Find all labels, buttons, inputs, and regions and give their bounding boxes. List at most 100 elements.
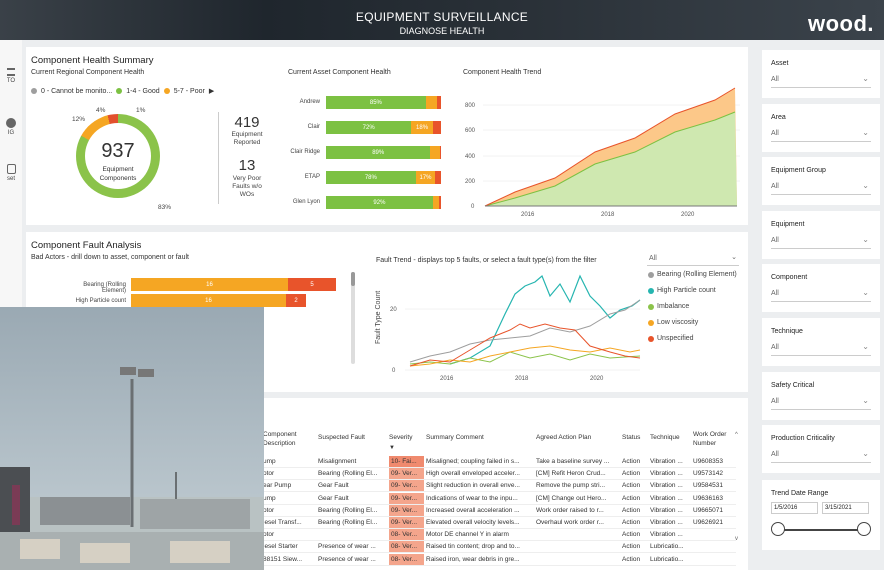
legend-item[interactable]: 1-4 - Good [126,88,159,95]
table-cell: Action [622,494,641,502]
date-slider-track[interactable] [776,529,864,531]
fault-scrollbar[interactable] [351,272,355,364]
legend-next-icon[interactable]: ▶ [209,87,214,95]
date-from-input[interactable]: 1/5/2016 [771,502,818,514]
asset-bar-poor[interactable]: 17% [415,171,436,184]
filter-dropdown[interactable]: All ⌄ [771,286,871,303]
legend-item[interactable]: 0 - Cannot be monito... [41,88,112,95]
date-to-input[interactable]: 3/15/2021 [822,502,869,514]
table-header-cell[interactable]: Technique [650,433,692,442]
nav-item-ig[interactable]: IG [0,118,22,136]
filter-production-criticality[interactable]: Production Criticality All ⌄ [762,425,880,474]
health-trend-chart[interactable]: 800 600 400 200 0 2016 2018 2020 [455,80,745,220]
filter-dropdown[interactable]: All ⌄ [771,72,871,88]
table-header-cell[interactable]: Component Description [263,430,315,448]
filter-area[interactable]: Area All ⌄ [762,103,880,152]
table-cell: 08- Ver... [389,553,424,565]
legend-item[interactable]: Bearing (Rolling Element) [648,271,737,278]
table-row[interactable]: ump Gear Fault 09- Ver... Indications of we… [258,492,736,505]
asset-bar-good[interactable]: 72% [326,121,412,134]
asset-bar-bad[interactable] [435,171,441,184]
table-row[interactable]: ear Pump Gear Fault 09- Ver... Slight reduc… [258,480,736,493]
table-row[interactable]: ump Misalignment 10- Fai... Misaligned; cou… [258,456,736,468]
asset-bar-bad[interactable] [432,121,441,134]
legend-dot [648,335,654,342]
asset-bar-poor[interactable]: 18% [411,121,433,134]
filter-technique[interactable]: Technique All ⌄ [762,318,880,366]
filter-component[interactable]: Component All ⌄ [762,264,880,313]
table-row[interactable]: iesel Starter Presence of wear ... 08- Ver… [258,541,736,554]
table-cell: Gear Fault [318,494,349,502]
table-header-cell[interactable]: Severity [389,433,424,442]
filter-label: Area [771,113,786,121]
filter-equipment-group[interactable]: Equipment Group All ⌄ [762,157,880,206]
table-cell: 08- Ver... [389,529,424,541]
asset-bar-good[interactable]: 89% [326,146,431,159]
asset-health-title: Current Asset Component Health [288,69,391,76]
table-header-cell[interactable]: Summary Comment [426,433,534,442]
filter-dropdown[interactable]: All ⌄ [771,233,871,249]
fault-trend-chart[interactable]: Fault Type Count 20 0 2016 2018 2020 [370,266,645,386]
asset-bar-good[interactable]: 85% [326,96,426,109]
legend-item[interactable]: Imbalance [648,303,689,310]
table-row[interactable]: otor Bearing (Rolling El... 09- Ver... Incr… [258,504,736,517]
asset-bar-row[interactable]: 92% [326,196,441,209]
asset-bar-good[interactable]: 92% [326,196,433,209]
table-row[interactable]: 88151 Siew... Presence of wear ... 08- Ver… [258,553,736,566]
asset-bar-row[interactable]: 78% 17% [326,171,441,184]
fault-bar-row[interactable]: 16 2 [131,294,306,307]
asset-bar-poor[interactable] [425,96,438,109]
fault-bar-segment[interactable]: 2 [286,294,306,307]
fault-bar-segment[interactable]: 5 [288,278,336,291]
table-row[interactable]: otor Bearing (Rolling El... 09- Ver... High… [258,468,736,481]
legend-dot-green [116,88,123,94]
scroll-up-icon[interactable]: ^ [735,432,741,438]
table-header-cell[interactable]: Suspected Fault [318,433,386,442]
asset-bar-row[interactable]: 89% [326,146,441,159]
filter-dropdown[interactable]: All ⌄ [771,394,871,410]
filter-asset[interactable]: Asset All ⌄ [762,50,880,98]
asset-bar-bad[interactable] [439,146,441,159]
fault-bar-row[interactable]: 16 5 [131,278,336,291]
nav-item-reset[interactable]: set [0,164,22,182]
filter-dropdown[interactable]: All ⌄ [771,179,871,196]
scroll-down-icon[interactable]: v [735,536,738,542]
x-tick: 2016 [440,376,454,382]
sort-desc-icon[interactable]: ▼ [389,445,395,451]
filter-equipment[interactable]: Equipment All ⌄ [762,210,880,259]
legend-item[interactable]: Low viscosity [648,319,698,326]
legend-item[interactable]: Unspecified [648,335,694,342]
chevron-down-icon: ⌄ [862,342,869,351]
legend-item[interactable]: 5-7 - Poor [174,88,205,95]
date-range-filter[interactable]: Trend Date Range 1/5/2016 3/15/2021 [762,480,880,550]
filter-value: All [771,76,779,83]
date-slider-handle-start[interactable] [771,522,785,536]
fault-type-filter[interactable]: All ⌄ [647,251,739,266]
table-header-cell[interactable]: Status [622,433,648,442]
asset-bar-good[interactable]: 78% [326,171,416,184]
asset-bar-poor[interactable] [430,146,440,159]
nav-item-to[interactable]: TO [0,68,22,84]
filter-dropdown[interactable]: All ⌄ [771,340,871,356]
table-row[interactable]: otor 08- Ver... Motor DE channel Y in alar… [258,529,736,542]
donut-label-1: Equipment [102,166,134,173]
filter-dropdown[interactable]: All ⌄ [771,126,871,142]
asset-bar-bad[interactable] [437,96,441,109]
donut-label-2: Components [99,175,137,182]
table-scrollbar[interactable]: ^ v [735,432,741,550]
asset-bar-row[interactable]: 85% [326,96,441,109]
fault-bar-segment[interactable]: 16 [131,278,288,291]
table-cell: 09- Ver... [389,492,424,504]
asset-bar-row[interactable]: 72% 18% [326,121,441,134]
donut-pct-poor: 12% [72,116,86,123]
legend-label: Unspecified [657,335,694,342]
date-slider-handle-end[interactable] [857,522,871,536]
fault-bar-segment[interactable]: 16 [131,294,286,307]
equipment-reported-label1: Equipment [231,131,263,138]
asset-bar-bad[interactable] [438,196,441,209]
table-row[interactable]: iesel Transf... Bearing (Rolling El... 09-… [258,517,736,529]
filter-safety-critical[interactable]: Safety Critical All ⌄ [762,371,880,420]
table-header-cell[interactable]: Agreed Action Plan [536,433,620,442]
filter-dropdown[interactable]: All ⌄ [771,447,871,464]
legend-item[interactable]: High Particle count [648,287,716,294]
